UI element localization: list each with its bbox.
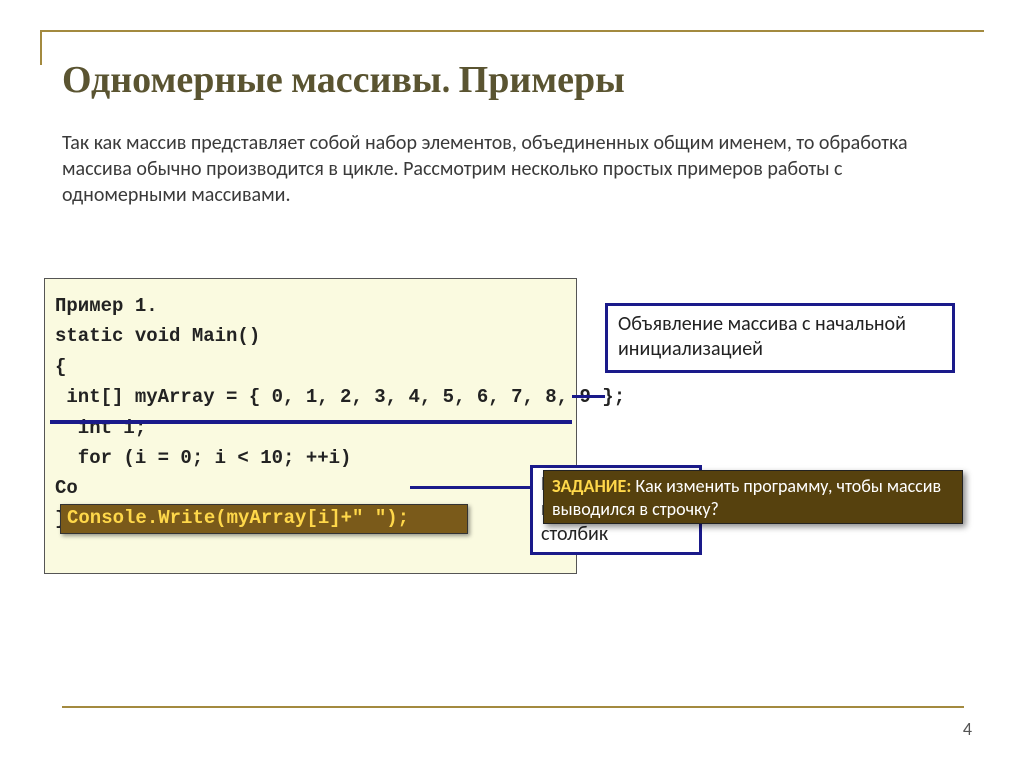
slide-title: Одномерные массивы. Примеры: [62, 58, 625, 102]
callout-declaration: Объявление массива с начальной инициализ…: [605, 303, 955, 373]
callout-text: столбик: [541, 522, 608, 546]
task-overlay: ЗАДАНИЕ: Как изменить программу, чтобы м…: [543, 470, 963, 524]
code-line: Пример 1.: [55, 291, 566, 321]
top-rule: [40, 30, 984, 32]
code-line: for (i = 0; i < 10; ++i): [55, 443, 566, 473]
page-number: 4: [963, 718, 972, 740]
top-rule-tick: [40, 30, 42, 65]
code-line: {: [55, 352, 566, 382]
intro-paragraph: Так как массив представляет собой набор …: [62, 130, 964, 208]
code-line: static void Main(): [55, 321, 566, 351]
bottom-rule: [62, 706, 964, 708]
connector-line: [410, 486, 530, 489]
code-line: int[] myArray = { 0, 1, 2, 3, 4, 5, 6, 7…: [55, 382, 566, 412]
connector-line: [572, 395, 605, 398]
code-line: int i;: [55, 413, 566, 443]
declaration-underline: [50, 420, 572, 424]
solution-code-overlay: Console.Write(myArray[i]+" ");: [60, 504, 468, 534]
task-label: ЗАДАНИЕ:: [552, 475, 631, 497]
